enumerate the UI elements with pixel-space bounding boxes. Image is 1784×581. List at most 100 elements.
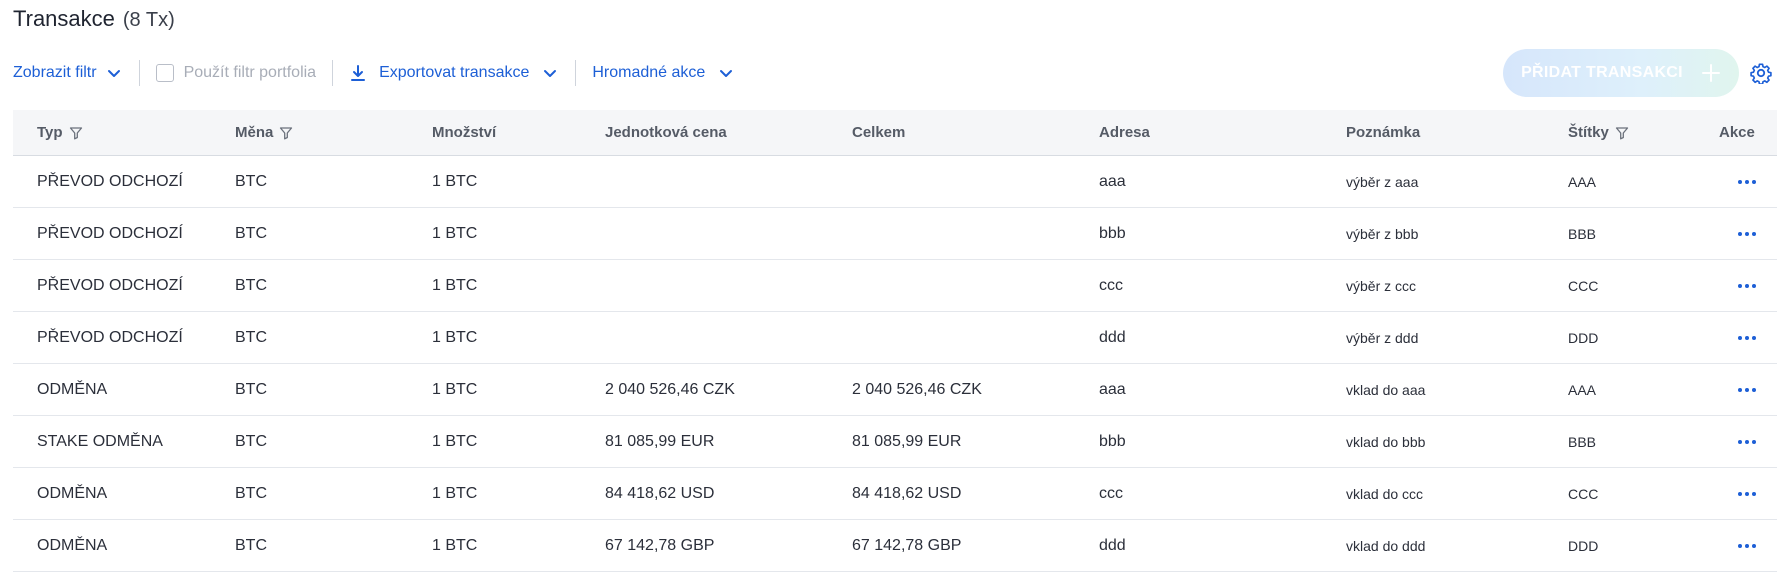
cell-jednotkova-cena: 81 085,99 EUR [605, 432, 715, 450]
cell-mena: BTC [235, 172, 267, 190]
row-actions-more-icon[interactable] [1738, 520, 1756, 571]
bulk-actions-button[interactable]: Hromadné akce [592, 64, 735, 82]
transaction-count: (8 Tx) [122, 9, 175, 31]
column-header-label: Množství [432, 124, 497, 141]
cell-adresa: ccc [1099, 276, 1123, 294]
cell-adresa: ccc [1099, 484, 1123, 502]
cell-poznamka: výběr z bbb [1346, 225, 1419, 242]
column-header-stitky[interactable]: Štítky [1568, 110, 1629, 155]
column-header-celkem[interactable]: Celkem [852, 110, 905, 155]
row-actions-more-icon[interactable] [1738, 260, 1756, 311]
toolbar-divider [332, 60, 334, 86]
cell-mena: BTC [235, 432, 267, 450]
column-header-label: Akce [1719, 124, 1755, 141]
column-header-akce: Akce [1719, 110, 1755, 155]
column-header-label: Štítky [1568, 124, 1609, 141]
transactions-table: Typ Měna Množství Jednotková cena Celkem… [13, 110, 1777, 572]
cell-adresa: ddd [1099, 328, 1126, 346]
column-header-mnozstvi[interactable]: Množství [432, 110, 496, 155]
table-row[interactable]: PŘEVOD ODCHOZÍ BTC 1 BTC bbb výběr z bbb… [13, 208, 1777, 260]
cell-mena: BTC [235, 276, 267, 294]
cell-stitky: DDD [1568, 329, 1599, 346]
cell-mena: BTC [235, 380, 267, 398]
cell-celkem: 67 142,78 GBP [852, 536, 962, 554]
table-header: Typ Měna Množství Jednotková cena Celkem… [13, 110, 1777, 156]
show-filter-label: Zobrazit filtr [13, 64, 97, 81]
column-header-label: Adresa [1099, 124, 1150, 141]
download-icon [351, 65, 366, 81]
cell-poznamka: vklad do ddd [1346, 537, 1426, 554]
cell-poznamka: výběr z ccc [1346, 277, 1417, 294]
cell-poznamka: vklad do bbb [1346, 433, 1426, 450]
cell-mnozstvi: 1 BTC [432, 432, 478, 450]
table-row[interactable]: ODMĚNA BTC 1 BTC 84 418,62 USD 84 418,62… [13, 468, 1777, 520]
cell-mnozstvi: 1 BTC [432, 172, 478, 190]
gear-icon[interactable] [1750, 62, 1772, 84]
export-transactions-button[interactable]: Exportovat transakce [349, 64, 559, 82]
column-header-label: Měna [235, 124, 274, 141]
row-actions-more-icon[interactable] [1738, 468, 1756, 519]
add-transaction-label: PŘIDAT TRANSAKCI [1521, 64, 1683, 81]
table-row[interactable]: ODMĚNA BTC 1 BTC 2 040 526,46 CZK 2 040 … [13, 364, 1777, 416]
cell-adresa: bbb [1099, 224, 1126, 242]
table-row[interactable]: ODMĚNA BTC 1 BTC 67 142,78 GBP 67 142,78… [13, 520, 1777, 572]
row-actions-more-icon[interactable] [1738, 416, 1756, 467]
cell-mena: BTC [235, 224, 267, 242]
row-actions-more-icon[interactable] [1738, 208, 1756, 259]
cell-adresa: aaa [1099, 172, 1126, 190]
filter-icon[interactable] [279, 126, 293, 140]
page-title: Transakce [13, 6, 115, 31]
column-header-label: Typ [37, 124, 63, 141]
cell-mnozstvi: 1 BTC [432, 328, 478, 346]
page-header: Transakce (8 Tx) [13, 6, 175, 32]
cell-celkem: 2 040 526,46 CZK [852, 380, 982, 398]
chevron-down-icon [544, 70, 557, 77]
cell-typ: STAKE ODMĚNA [37, 432, 163, 450]
cell-celkem: 81 085,99 EUR [852, 432, 962, 450]
cell-stitky: CCC [1568, 485, 1599, 502]
cell-stitky: CCC [1568, 277, 1599, 294]
cell-poznamka: vklad do aaa [1346, 381, 1426, 398]
chevron-down-icon [720, 70, 733, 77]
cell-mnozstvi: 1 BTC [432, 536, 478, 554]
filter-icon[interactable] [1615, 126, 1629, 140]
portfolio-filter-toggle[interactable]: Použít filtr portfolia [155, 64, 316, 82]
table-row[interactable]: PŘEVOD ODCHOZÍ BTC 1 BTC ccc výběr z ccc… [13, 260, 1777, 312]
cell-typ: PŘEVOD ODCHOZÍ [37, 172, 183, 190]
add-transaction-button[interactable]: PŘIDAT TRANSAKCI [1503, 49, 1739, 97]
cell-jednotkova-cena: 2 040 526,46 CZK [605, 380, 735, 398]
table-row[interactable]: PŘEVOD ODCHOZÍ BTC 1 BTC aaa výběr z aaa… [13, 156, 1777, 208]
cell-mnozstvi: 1 BTC [432, 484, 478, 502]
column-header-jednotkova-cena[interactable]: Jednotková cena [605, 110, 727, 155]
portfolio-filter-checkbox[interactable] [155, 64, 174, 82]
cell-stitky: AAA [1568, 381, 1597, 398]
row-actions-more-icon[interactable] [1738, 364, 1756, 415]
show-filter-button[interactable]: Zobrazit filtr [13, 64, 123, 82]
cell-poznamka: vklad do ccc [1346, 485, 1424, 502]
cell-stitky: DDD [1568, 537, 1599, 554]
cell-mnozstvi: 1 BTC [432, 380, 478, 398]
column-header-typ[interactable]: Typ [37, 110, 83, 155]
cell-typ: ODMĚNA [37, 536, 108, 554]
export-transactions-label: Exportovat transakce [379, 64, 530, 81]
plus-icon [1701, 64, 1720, 82]
column-header-label: Jednotková cena [605, 124, 727, 141]
cell-celkem: 84 418,62 USD [852, 484, 962, 502]
row-actions-more-icon[interactable] [1738, 312, 1756, 363]
filter-icon[interactable] [69, 126, 83, 140]
column-header-mena[interactable]: Měna [235, 110, 293, 155]
cell-stitky: BBB [1568, 433, 1597, 450]
table-row[interactable]: PŘEVOD ODCHOZÍ BTC 1 BTC ddd výběr z ddd… [13, 312, 1777, 364]
chevron-down-icon [107, 70, 120, 77]
table-row[interactable]: STAKE ODMĚNA BTC 1 BTC 81 085,99 EUR 81 … [13, 416, 1777, 468]
row-actions-more-icon[interactable] [1738, 156, 1756, 207]
column-header-label: Celkem [852, 124, 906, 141]
cell-adresa: ddd [1099, 536, 1126, 554]
bulk-actions-label: Hromadné akce [592, 64, 706, 81]
cell-poznamka: výběr z ddd [1346, 329, 1419, 346]
column-header-adresa[interactable]: Adresa [1099, 110, 1150, 155]
column-header-label: Poznámka [1346, 124, 1421, 141]
cell-adresa: aaa [1099, 380, 1126, 398]
toolbar-divider [138, 60, 140, 86]
column-header-poznamka[interactable]: Poznámka [1346, 110, 1420, 155]
